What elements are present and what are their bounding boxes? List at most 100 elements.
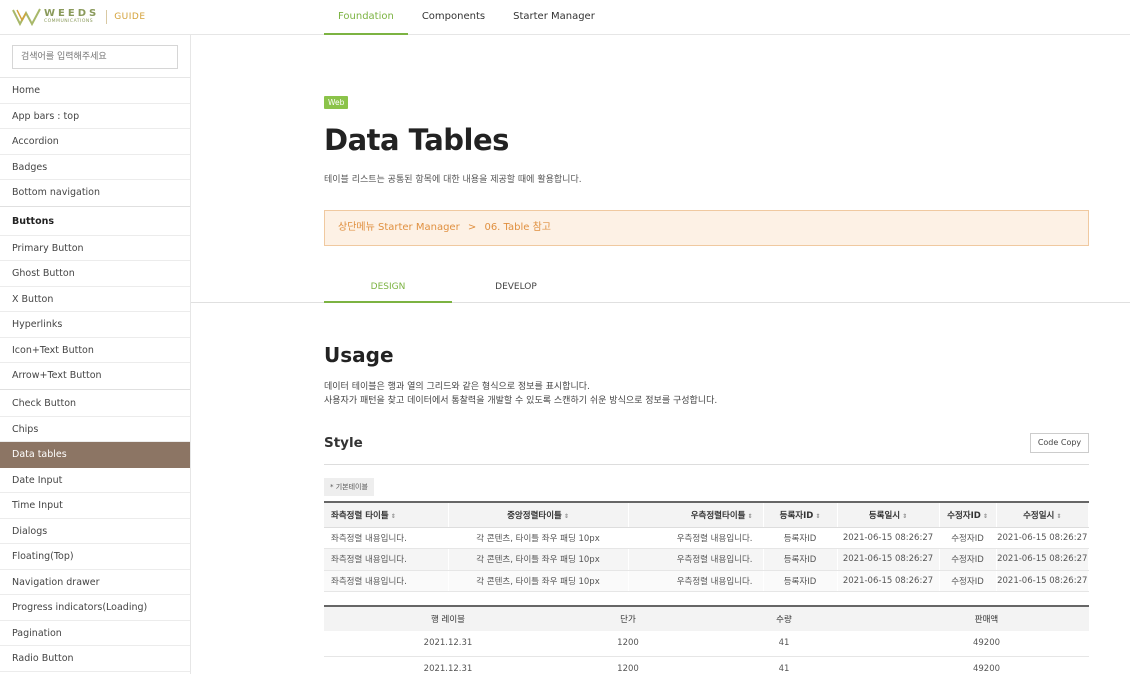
column-header[interactable]: 우측정렬타이틀 ⇕ (628, 502, 764, 528)
table-cell: 2021-06-15 08:26:27 (996, 570, 1089, 592)
main-content: DESIGN DEVELOP Web Data Tables 테이블 리스트는 … (191, 35, 1130, 674)
sidebar-item-icon-text-button[interactable]: Icon+Text Button (0, 338, 190, 363)
sort-icon[interactable]: ⇕ (391, 513, 396, 520)
sidebar-item-floating-top[interactable]: Floating(Top) (0, 544, 190, 570)
sort-icon[interactable]: ⇕ (983, 513, 988, 520)
notice-arrow: > (467, 222, 477, 233)
sort-icon[interactable]: ⇕ (815, 513, 820, 520)
sidebar-item-chips[interactable]: Chips (0, 417, 190, 442)
logo[interactable]: WEEDS COMMUNICATIONS GUIDE (12, 6, 146, 28)
table-row[interactable]: 좌측정렬 내용입니다. 각 콘텐츠, 타이틀 좌우 패딩 10px 우측정렬 내… (324, 527, 1089, 549)
sidebar-item-time-input[interactable]: Time Input (0, 493, 190, 519)
tab-design[interactable]: DESIGN (324, 273, 452, 303)
table-cell: 수정자ID (939, 548, 997, 571)
page-description: 테이블 리스트는 공통된 항목에 대한 내용을 제공할 때에 활용합니다. (324, 175, 582, 185)
sidebar-item-buttons[interactable]: Buttons (0, 205, 190, 236)
usage-heading: Usage (324, 343, 394, 367)
page-title: Data Tables (324, 123, 509, 157)
table-cell: 우측정렬 내용입니다. (628, 527, 764, 549)
table-cell: 2021.12.31 (324, 656, 572, 674)
sort-icon[interactable]: ⇕ (1056, 513, 1061, 520)
sidebar-item-dialogs[interactable]: Dialogs (0, 519, 190, 544)
table-cell: 2021.12.31 (324, 631, 572, 657)
search-input[interactable] (12, 45, 178, 69)
topnav-components[interactable]: Components (408, 0, 499, 35)
table-cell: 49200 (884, 631, 1089, 657)
column-header[interactable]: 좌측정렬 타이틀 ⇕ (324, 502, 449, 528)
table-row[interactable]: 좌측정렬 내용입니다. 각 콘텐츠, 타이틀 좌우 패딩 10px 우측정렬 내… (324, 570, 1089, 592)
logo-brand: WEEDS (44, 8, 100, 20)
sidebar-item-app-bars[interactable]: App bars : top (0, 104, 190, 129)
sidebar-item-ghost-button[interactable]: Ghost Button (0, 261, 190, 287)
column-header: 수량 (684, 606, 884, 631)
table-cell: 2021-06-15 08:26:27 (996, 527, 1089, 549)
column-header: 행 레이블 (324, 606, 572, 631)
table-cell: 각 콘텐츠, 타이틀 좌우 패딩 10px (448, 548, 629, 571)
table-cell: 우측정렬 내용입니다. (628, 548, 764, 571)
table-cell: 각 콘텐츠, 타이틀 좌우 패딩 10px (448, 570, 629, 592)
table-cell: 41 (684, 631, 884, 657)
column-header[interactable]: 등록일시 ⇕ (837, 502, 940, 528)
sidebar-item-progress-indicators[interactable]: Progress indicators(Loading) (0, 595, 190, 621)
sidebar-item-badges[interactable]: Badges (0, 155, 190, 180)
table-cell: 좌측정렬 내용입니다. (324, 570, 449, 592)
table-cell: 2021-06-15 08:26:27 (837, 570, 940, 592)
sidebar-item-home[interactable]: Home (0, 78, 190, 104)
table-cell: 41 (684, 656, 884, 674)
table-cell: 등록자ID (763, 570, 838, 592)
column-header[interactable]: 중앙정렬타이틀 ⇕ (448, 502, 629, 528)
code-copy-button[interactable]: Code Copy (1030, 433, 1089, 453)
table-cell: 수정자ID (939, 527, 997, 549)
sidebar-item-bottom-navigation[interactable]: Bottom navigation (0, 180, 190, 206)
table-type-chip: * 기본테이블 (324, 478, 374, 496)
weeds-logo-icon (12, 8, 41, 27)
platform-badge: Web (324, 96, 349, 109)
notice-menu-text: 상단메뉴 Starter Manager (338, 222, 460, 233)
sidebar-item-x-button[interactable]: X Button (0, 287, 190, 312)
notice-box: 상단메뉴 Starter Manager > 06. Table 참고 (324, 210, 1089, 246)
usage-line-1: 데이터 테이블은 행과 열의 그리드와 같은 형식으로 정보를 표시합니다. (324, 382, 590, 392)
sort-icon[interactable]: ⇕ (902, 513, 907, 520)
style-divider (324, 464, 1089, 465)
sort-icon[interactable]: ⇕ (747, 513, 752, 520)
table-row[interactable]: 2021.12.31 1200 41 49200 (324, 656, 1089, 674)
sidebar-item-navigation-drawer[interactable]: Navigation drawer (0, 570, 190, 595)
table-cell: 좌측정렬 내용입니다. (324, 527, 449, 549)
sidebar-item-hyperlinks[interactable]: Hyperlinks (0, 312, 190, 338)
table-cell: 각 콘텐츠, 타이틀 좌우 패딩 10px (448, 527, 629, 549)
data-table-sales: 행 레이블 단가 수량 판매액 2021.12.31 1200 41 49200… (324, 605, 1089, 674)
topnav-foundation[interactable]: Foundation (324, 0, 408, 35)
top-nav: Foundation Components Starter Manager (324, 0, 609, 35)
sidebar-item-pagination[interactable]: Pagination (0, 621, 190, 646)
tab-develop[interactable]: DEVELOP (452, 273, 580, 303)
table-row[interactable]: 2021.12.31 1200 41 49200 (324, 631, 1089, 657)
table-row[interactable]: 좌측정렬 내용입니다. 각 콘텐츠, 타이틀 좌우 패딩 10px 우측정렬 내… (324, 548, 1089, 571)
sort-icon[interactable]: ⇕ (564, 513, 569, 520)
column-header: 단가 (572, 606, 684, 631)
sidebar-item-accordion[interactable]: Accordion (0, 129, 190, 155)
sidebar-item-primary-button[interactable]: Primary Button (0, 236, 190, 261)
usage-description: 데이터 테이블은 행과 열의 그리드와 같은 형식으로 정보를 표시합니다. 사… (324, 380, 717, 408)
sidebar: Home App bars : top Accordion Badges Bot… (0, 35, 191, 674)
sidebar-item-check-button[interactable]: Check Button (0, 388, 190, 417)
table-cell: 좌측정렬 내용입니다. (324, 548, 449, 571)
table-header-row: 행 레이블 단가 수량 판매액 (324, 606, 1089, 631)
sidebar-item-date-input[interactable]: Date Input (0, 468, 190, 493)
sidebar-item-data-tables[interactable]: Data tables (0, 442, 190, 468)
topnav-starter-manager[interactable]: Starter Manager (499, 0, 609, 35)
sidebar-item-arrow-text-button[interactable]: Arrow+Text Button (0, 363, 190, 389)
column-header[interactable]: 등록자ID ⇕ (763, 502, 838, 528)
column-header[interactable]: 수정자ID ⇕ (939, 502, 997, 528)
notice-reference-text: 06. Table 참고 (484, 222, 551, 233)
sidebar-search (0, 35, 190, 78)
table-cell: 등록자ID (763, 548, 838, 571)
usage-line-2: 사용자가 패턴을 찾고 데이터에서 통찰력을 개발할 수 있도록 스캔하기 쉬운… (324, 396, 718, 406)
table-cell: 2021-06-15 08:26:27 (837, 548, 940, 571)
logo-guide: GUIDE (114, 12, 146, 22)
table-cell: 2021-06-15 08:26:27 (996, 548, 1089, 571)
sidebar-item-radio-button[interactable]: Radio Button (0, 646, 190, 672)
column-header[interactable]: 수정일시 ⇕ (996, 502, 1089, 528)
table-cell: 우측정렬 내용입니다. (628, 570, 764, 592)
style-heading: Style (324, 435, 363, 451)
table-cell: 수정자ID (939, 570, 997, 592)
